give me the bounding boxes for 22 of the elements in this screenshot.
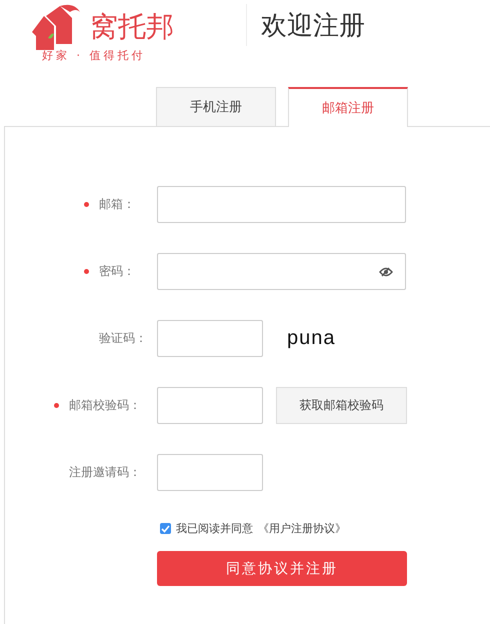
agreement-link[interactable]: 《用户注册协议》 bbox=[258, 521, 346, 536]
input-field[interactable] bbox=[157, 186, 406, 223]
submit-button[interactable]: 同意协议并注册 bbox=[157, 551, 407, 586]
checkbox[interactable] bbox=[160, 523, 171, 534]
tab[interactable]: 手机注册 bbox=[156, 87, 276, 126]
input-field[interactable] bbox=[157, 387, 263, 424]
send-code-button[interactable]: 获取邮箱校验码 bbox=[276, 387, 407, 424]
input-field[interactable] bbox=[157, 320, 263, 357]
eye-icon[interactable] bbox=[379, 266, 393, 276]
agreement-text: 我已阅读并同意 bbox=[176, 521, 253, 536]
slogan: 好家 · 值得托付 bbox=[42, 48, 146, 63]
input-field[interactable] bbox=[157, 454, 263, 491]
field-label: 邮箱： bbox=[99, 196, 136, 213]
page-title: 欢迎注册 bbox=[261, 10, 365, 43]
field-label: 注册邀请码： bbox=[69, 464, 141, 481]
password-field[interactable] bbox=[157, 253, 406, 290]
captcha-text[interactable]: puna bbox=[287, 327, 336, 350]
field-label: 密码： bbox=[99, 263, 136, 280]
brand-name: 窝托邦 bbox=[90, 10, 174, 44]
tab[interactable]: 邮箱注册 bbox=[288, 87, 408, 127]
field-label: 验证码： bbox=[99, 330, 148, 347]
field-label: 邮箱校验码： bbox=[69, 397, 141, 414]
